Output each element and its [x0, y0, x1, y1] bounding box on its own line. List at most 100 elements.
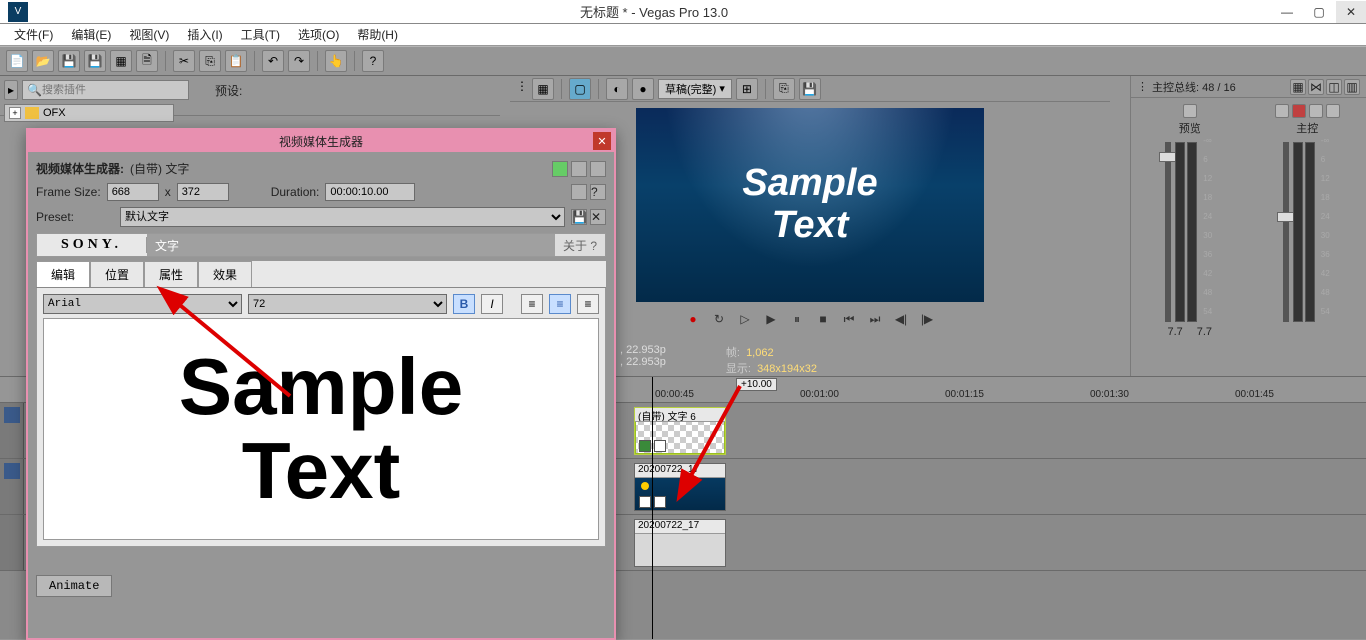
- paste-icon[interactable]: 📋: [225, 50, 247, 72]
- menu-edit[interactable]: 编辑(E): [63, 24, 119, 45]
- match-icon[interactable]: [571, 184, 587, 200]
- preset-select[interactable]: 默认文字: [120, 207, 565, 227]
- preview-volume-column: 预览 -∞61218243036424854 7.77.7: [1131, 98, 1249, 368]
- next-frame-button[interactable]: |▶: [918, 310, 936, 328]
- master-fx-icon[interactable]: [1326, 104, 1340, 118]
- master-grip-icon[interactable]: ⋮: [1137, 80, 1148, 93]
- cut-icon[interactable]: ✂: [173, 50, 195, 72]
- go-end-button[interactable]: ⏭: [866, 310, 884, 328]
- italic-button[interactable]: I: [481, 294, 503, 314]
- preview-info: , 22.953p , 22.953p 帧: 1,062 显示: 348x194…: [620, 344, 817, 376]
- clip-video[interactable]: 20200722_17: [634, 463, 726, 511]
- touch-icon[interactable]: 👆: [325, 50, 347, 72]
- minimize-button[interactable]: —: [1272, 1, 1302, 23]
- tab-edit[interactable]: 编辑: [36, 261, 90, 287]
- playhead[interactable]: [652, 377, 653, 639]
- search-icon: 🔍: [27, 83, 42, 97]
- pause-button[interactable]: ⏸: [788, 310, 806, 328]
- menu-file[interactable]: 文件(F): [6, 24, 61, 45]
- menu-options[interactable]: 选项(O): [290, 24, 347, 45]
- save-icon[interactable]: 💾: [58, 50, 80, 72]
- master-icon-1[interactable]: ▦: [1290, 79, 1306, 95]
- bypass-icon[interactable]: [571, 161, 587, 177]
- delete-preset-icon[interactable]: ✕: [590, 209, 606, 225]
- render-icon[interactable]: ▦: [110, 50, 132, 72]
- tab-position[interactable]: 位置: [90, 261, 144, 287]
- clip-text[interactable]: (自带) 文字 6: [634, 407, 726, 455]
- copy-icon[interactable]: ⎘: [199, 50, 221, 72]
- preview-copy-icon[interactable]: ⎘: [773, 78, 795, 100]
- crop-icon[interactable]: [654, 440, 666, 452]
- help-icon[interactable]: ?: [362, 50, 384, 72]
- font-select[interactable]: Arial: [43, 294, 242, 314]
- preview-col-icon[interactable]: [1183, 104, 1197, 118]
- track-header[interactable]: [0, 403, 24, 458]
- remove-icon[interactable]: [590, 161, 606, 177]
- preview-grip-icon[interactable]: ⋮: [516, 79, 528, 99]
- plugin-search-input[interactable]: [42, 84, 184, 96]
- tab-effects[interactable]: 效果: [198, 261, 252, 287]
- new-icon[interactable]: 📄: [6, 50, 28, 72]
- master-fader[interactable]: [1283, 142, 1289, 322]
- chain-icon[interactable]: [552, 161, 568, 177]
- properties-icon[interactable]: 🗎: [136, 50, 158, 72]
- master-mute-icon[interactable]: [1292, 104, 1306, 118]
- menu-insert[interactable]: 插入(I): [179, 24, 230, 45]
- tab-properties[interactable]: 属性: [144, 261, 198, 287]
- track-header[interactable]: [0, 515, 24, 570]
- crop-icon[interactable]: [639, 496, 651, 508]
- clip-audio[interactable]: 20200722_17: [634, 519, 726, 567]
- preview-overlay-icon[interactable]: ●: [632, 78, 654, 100]
- align-right-button[interactable]: ≡: [577, 294, 599, 314]
- prev-frame-button[interactable]: ◀|: [892, 310, 910, 328]
- fontsize-select[interactable]: 72: [248, 294, 447, 314]
- track-header[interactable]: [0, 459, 24, 514]
- master-solo-icon[interactable]: [1309, 104, 1323, 118]
- text-edit-area[interactable]: SampleText: [43, 318, 599, 540]
- preview-fader[interactable]: [1165, 142, 1171, 322]
- menu-view[interactable]: 视图(V): [121, 24, 177, 45]
- preview-fx-icon[interactable]: ▦: [532, 78, 554, 100]
- align-center-button[interactable]: ≡: [549, 294, 571, 314]
- save-icon-2[interactable]: 💾: [84, 50, 106, 72]
- maximize-button[interactable]: ▢: [1304, 1, 1334, 23]
- height-input[interactable]: [177, 183, 229, 201]
- preview-display-icon[interactable]: ▢: [569, 78, 591, 100]
- play-button[interactable]: ▶: [762, 310, 780, 328]
- master-icon-3[interactable]: ◫: [1326, 79, 1342, 95]
- bold-button[interactable]: B: [453, 294, 475, 314]
- about-button[interactable]: 关于 ?: [555, 234, 605, 256]
- preview-save-icon[interactable]: 💾: [799, 78, 821, 100]
- ofx-tree-item[interactable]: + OFX: [4, 104, 174, 122]
- dialog-close-button[interactable]: ✕: [593, 132, 611, 150]
- plus-icon[interactable]: +: [9, 107, 21, 119]
- open-icon[interactable]: 📂: [32, 50, 54, 72]
- redo-icon[interactable]: ↷: [288, 50, 310, 72]
- duration-input[interactable]: [325, 183, 415, 201]
- play-start-button[interactable]: ▷: [736, 310, 754, 328]
- width-input[interactable]: [107, 183, 159, 201]
- generator-fx-icon[interactable]: [639, 440, 651, 452]
- go-start-button[interactable]: ⏮: [840, 310, 858, 328]
- master-icon-4[interactable]: ▥: [1344, 79, 1360, 95]
- menu-tools[interactable]: 工具(T): [233, 24, 288, 45]
- plugin-search[interactable]: 🔍: [22, 80, 189, 100]
- undo-icon[interactable]: ↶: [262, 50, 284, 72]
- dialog-titlebar[interactable]: 视频媒体生成器 ✕: [28, 130, 614, 152]
- preview-split-icon[interactable]: ◐: [606, 78, 628, 100]
- align-left-button[interactable]: ≡: [521, 294, 543, 314]
- stop-button[interactable]: ■: [814, 310, 832, 328]
- help-icon[interactable]: ?: [590, 184, 606, 200]
- animate-button[interactable]: Animate: [36, 575, 112, 597]
- record-button[interactable]: ●: [684, 310, 702, 328]
- preview-quality-combo[interactable]: 草稿(完整) ▾: [658, 79, 732, 99]
- loop-button[interactable]: ↻: [710, 310, 728, 328]
- close-button[interactable]: ✕: [1336, 1, 1366, 23]
- master-icon-2[interactable]: ⋈: [1308, 79, 1324, 95]
- fx-icon[interactable]: [654, 496, 666, 508]
- plugin-expand-icon[interactable]: ▸: [4, 80, 18, 100]
- preview-grid-icon[interactable]: ⊞: [736, 78, 758, 100]
- menu-help[interactable]: 帮助(H): [349, 24, 406, 45]
- save-preset-icon[interactable]: 💾: [571, 209, 587, 225]
- master-insert-icon[interactable]: [1275, 104, 1289, 118]
